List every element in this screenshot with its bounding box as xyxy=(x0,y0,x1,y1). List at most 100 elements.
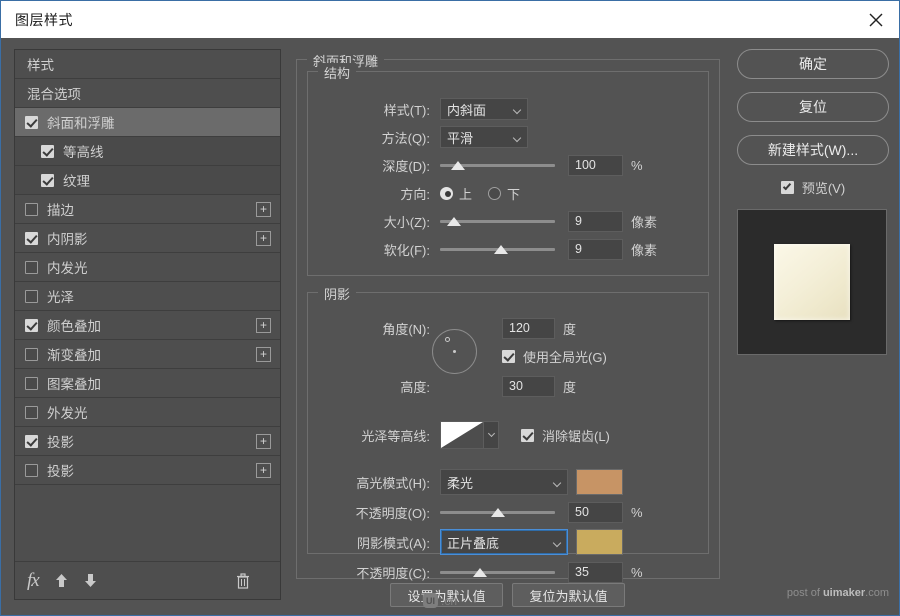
checkbox-unchecked-icon[interactable] xyxy=(25,347,38,361)
reset-button[interactable]: 复位 xyxy=(737,92,889,122)
sidebar-item-3[interactable]: 等高线 xyxy=(15,137,280,166)
soften-slider-thumb[interactable] xyxy=(493,245,508,254)
checkbox-unchecked-icon[interactable] xyxy=(25,405,38,419)
shadow-opacity-thumb[interactable] xyxy=(473,568,488,577)
checkbox-checked-icon[interactable] xyxy=(41,173,54,187)
shadow-opacity-input[interactable]: 35 xyxy=(568,561,623,583)
shadow-mode-value: 正片叠底 xyxy=(447,535,500,551)
checkbox-unchecked-icon[interactable] xyxy=(25,376,38,390)
highlight-opacity-input[interactable]: 50 xyxy=(568,501,623,523)
global-light-label: 使用全局光(G) xyxy=(523,349,607,365)
add-effect-icon[interactable]: + xyxy=(256,434,271,449)
depth-unit: % xyxy=(631,157,643,173)
delete-icon[interactable] xyxy=(236,572,250,589)
size-slider[interactable] xyxy=(440,213,555,229)
checkbox-unchecked-icon[interactable] xyxy=(25,463,38,477)
effects-list[interactable]: 样式混合选项斜面和浮雕等高线纹理 描边 + 内阴影 + 内发光 光泽 颜色叠加 + 渐变叠加 + 图案… xyxy=(15,50,280,561)
checkbox-checked-icon[interactable] xyxy=(25,434,38,448)
add-effect-icon[interactable]: + xyxy=(256,231,271,246)
add-effect-icon[interactable]: + xyxy=(256,463,271,478)
highlight-mode-select[interactable]: 柔光 xyxy=(440,469,568,495)
fx-icon[interactable]: fx xyxy=(27,570,40,592)
sidebar-item-label: 混合选项 xyxy=(27,87,81,102)
gloss-contour-row: 光泽等高线: 消除锯齿(L) xyxy=(308,421,690,449)
highlight-mode-value: 柔光 xyxy=(447,475,474,491)
shadow-color-swatch[interactable] xyxy=(576,529,623,555)
preview-checkbox[interactable]: 预览(V) xyxy=(737,178,889,197)
move-down-icon[interactable] xyxy=(84,573,97,588)
reset-default-button[interactable]: 复位为默认值 xyxy=(512,583,625,607)
checkbox-checked-icon[interactable] xyxy=(41,144,54,158)
gloss-contour-dropdown[interactable] xyxy=(484,421,499,449)
altitude-input[interactable]: 30 xyxy=(502,375,555,397)
sidebar-item-0[interactable]: 样式 xyxy=(15,50,280,79)
angle-dial-handle[interactable] xyxy=(445,337,450,342)
style-label: 样式(T): xyxy=(383,102,430,118)
add-effect-icon[interactable]: + xyxy=(256,347,271,362)
size-input[interactable]: 9 xyxy=(568,210,623,232)
checkbox-checked-icon[interactable] xyxy=(25,231,38,245)
anti-alias-checkbox[interactable]: 消除锯齿(L) xyxy=(521,426,610,445)
checkbox-unchecked-icon[interactable] xyxy=(25,260,38,274)
sidebar-item-label: 样式 xyxy=(27,58,54,73)
global-light-checkbox[interactable]: 使用全局光(G) xyxy=(502,347,607,366)
sidebar-item-4[interactable]: 纹理 xyxy=(15,166,280,195)
style-select[interactable]: 内斜面 xyxy=(440,98,528,120)
settings-panel: 斜面和浮雕 结构 样式(T): 内斜面 方法(Q): 平滑 深度(D): 100… xyxy=(296,49,720,607)
sidebar-item-label: 图案叠加 xyxy=(47,377,101,392)
effects-sidebar: 样式混合选项斜面和浮雕等高线纹理 描边 + 内阴影 + 内发光 光泽 颜色叠加 + 渐变叠加 + 图案… xyxy=(14,49,281,600)
add-effect-icon[interactable]: + xyxy=(256,202,271,217)
direction-up-radio[interactable]: 上 xyxy=(440,184,472,203)
highlight-opacity-label: 不透明度(O): xyxy=(355,505,430,521)
sidebar-item-8[interactable]: 光泽 xyxy=(15,282,280,311)
angle-label: 角度(N): xyxy=(382,321,430,337)
shadow-opacity-slider[interactable] xyxy=(440,564,555,580)
highlight-mode-row: 高光模式(H): 柔光 xyxy=(308,469,690,495)
move-up-icon[interactable] xyxy=(55,573,68,588)
checkbox-unchecked-icon[interactable] xyxy=(25,202,38,216)
size-label: 大小(Z): xyxy=(383,214,430,230)
checkbox-unchecked-icon[interactable] xyxy=(25,289,38,303)
style-row: 样式(T): 内斜面 xyxy=(308,98,690,120)
size-slider-thumb[interactable] xyxy=(446,217,461,226)
sidebar-item-5[interactable]: 描边 + xyxy=(15,195,280,224)
sidebar-item-7[interactable]: 内发光 xyxy=(15,253,280,282)
sidebar-item-6[interactable]: 内阴影 + xyxy=(15,224,280,253)
close-button[interactable] xyxy=(853,1,899,38)
sidebar-item-2[interactable]: 斜面和浮雕 xyxy=(15,108,280,137)
technique-select[interactable]: 平滑 xyxy=(440,126,528,148)
sidebar-item-9[interactable]: 颜色叠加 + xyxy=(15,311,280,340)
gloss-contour-preview[interactable] xyxy=(440,421,484,449)
depth-slider-thumb[interactable] xyxy=(451,161,466,170)
sidebar-item-14[interactable]: 投影 + xyxy=(15,456,280,485)
sidebar-item-11[interactable]: 图案叠加 xyxy=(15,369,280,398)
technique-select-value: 平滑 xyxy=(447,130,474,146)
add-effect-icon[interactable]: + xyxy=(256,318,271,333)
checkbox-checked-icon[interactable] xyxy=(25,318,38,332)
highlight-opacity-thumb[interactable] xyxy=(490,508,505,517)
checkbox-checked-icon xyxy=(502,349,515,363)
sidebar-item-10[interactable]: 渐变叠加 + xyxy=(15,340,280,369)
angle-dial[interactable] xyxy=(432,329,477,374)
shading-group-title: 阴影 xyxy=(318,284,357,303)
sidebar-item-label: 等高线 xyxy=(63,145,104,160)
angle-input[interactable]: 120 xyxy=(502,317,555,339)
soften-slider[interactable] xyxy=(440,241,555,257)
altitude-label: 高度: xyxy=(400,379,430,395)
highlight-color-swatch[interactable] xyxy=(576,469,623,495)
direction-down-radio[interactable]: 下 xyxy=(488,184,520,203)
depth-slider[interactable] xyxy=(440,157,555,173)
altitude-unit: 度 xyxy=(563,379,577,395)
highlight-mode-label: 高光模式(H): xyxy=(356,475,430,491)
sidebar-item-1[interactable]: 混合选项 xyxy=(15,79,280,108)
sidebar-item-13[interactable]: 投影 + xyxy=(15,427,280,456)
shadow-mode-select[interactable]: 正片叠底 xyxy=(440,529,568,555)
soften-input[interactable]: 9 xyxy=(568,238,623,260)
depth-input[interactable]: 100 xyxy=(568,154,623,176)
new-style-button[interactable]: 新建样式(W)... xyxy=(737,135,889,165)
ok-button[interactable]: 确定 xyxy=(737,49,889,79)
sidebar-item-12[interactable]: 外发光 xyxy=(15,398,280,427)
highlight-opacity-slider[interactable] xyxy=(440,504,555,520)
anti-alias-label: 消除锯齿(L) xyxy=(542,428,610,444)
checkbox-checked-icon[interactable] xyxy=(25,115,38,129)
